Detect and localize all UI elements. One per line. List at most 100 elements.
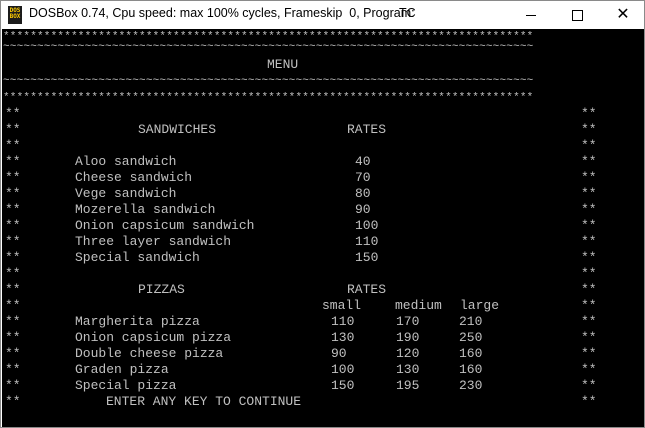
continue-prompt: ENTER ANY KEY TO CONTINUE [106, 394, 302, 409]
pizza-price-medium: 130 [396, 362, 420, 377]
sandwich-name: Mozerella sandwich [75, 202, 216, 217]
dosbox-app-icon[interactable]: DOS BOX [8, 6, 22, 24]
left-border-marker: ** [5, 234, 21, 249]
dosbox-window: DOS BOX DOSBox 0.74, Cpu speed: max 100%… [0, 0, 645, 428]
console-row: ** ** Cheese sandwich 70 [2, 170, 644, 186]
right-border-marker: ** [581, 282, 597, 297]
pizza-price-medium: 170 [396, 314, 420, 329]
pizza-price-large: 160 [459, 346, 483, 361]
left-border-marker: ** [5, 154, 21, 169]
right-border-marker: ** [581, 170, 597, 185]
right-border-marker: ** [581, 218, 597, 233]
right-border-marker: ** [581, 314, 597, 329]
pizza-price-medium: 120 [396, 346, 420, 361]
size-medium-header: medium [395, 298, 442, 313]
maximize-icon [571, 9, 583, 21]
left-border-marker: ** [5, 186, 21, 201]
right-border-marker: ** [581, 298, 597, 313]
pizza-price-large: 230 [459, 378, 483, 393]
sandwich-price: 100 [355, 218, 379, 233]
sandwich-price: 150 [355, 250, 379, 265]
right-border-marker: ** [581, 266, 597, 281]
sandwich-name: Special sandwich [75, 250, 200, 265]
close-icon: ✕ [616, 6, 630, 23]
sandwich-name: Cheese sandwich [75, 170, 193, 185]
pizza-name: Onion capsicum pizza [75, 330, 232, 345]
console-row: ** ** Three layer sandwich 110 [2, 234, 644, 250]
pizza-price-medium: 190 [396, 330, 420, 345]
size-small-header: small [322, 298, 362, 313]
sandwich-price: 90 [355, 202, 371, 217]
console-row: ** ** PIZZAS RATES [2, 282, 644, 298]
pizza-price-small: 150 [331, 378, 355, 393]
left-border-marker: ** [5, 394, 21, 409]
sandwich-price: 40 [355, 154, 371, 169]
right-border-marker: ** [581, 138, 597, 153]
maximize-button[interactable] [554, 1, 600, 29]
console-row: ** ** [2, 106, 644, 122]
console-row: ** ** Mozerella sandwich 90 [2, 202, 644, 218]
minimize-icon [526, 14, 536, 16]
console-row: ** ** Margherita pizza 110 170 210 [2, 314, 644, 330]
left-border-marker: ** [5, 362, 21, 377]
left-border-marker: ** [5, 250, 21, 265]
pizza-name: Graden pizza [75, 362, 169, 377]
pizza-price-large: 250 [459, 330, 483, 345]
pizza-price-large: 210 [459, 314, 483, 329]
left-border-marker: ** [5, 346, 21, 361]
console-row: ** ** [2, 138, 644, 154]
pizzas-heading: PIZZAS [138, 282, 185, 297]
pizzas-rates-heading: RATES [347, 282, 387, 297]
sandwich-price: 70 [355, 170, 371, 185]
pizza-price-small: 110 [331, 314, 355, 329]
left-border-marker: ** [5, 266, 21, 281]
console-row: ** ** SANDWICHES RATES [2, 122, 644, 138]
sandwich-name: Three layer sandwich [75, 234, 232, 249]
sandwich-price: 80 [355, 186, 371, 201]
console-row: ** ** [2, 266, 644, 282]
right-border-marker: ** [581, 330, 597, 345]
left-border-marker: ** [5, 330, 21, 345]
sandwiches-rates-heading: RATES [347, 122, 387, 137]
sandwich-price: 110 [355, 234, 379, 249]
right-border-marker: ** [581, 202, 597, 217]
pizza-price-small: 130 [331, 330, 355, 345]
border-tilde-top: ~~~~~~~~~~~~~~~~~~~~~~~~~~~~~~~~~~~~~~~~… [3, 41, 534, 53]
pizza-name: Double cheese pizza [75, 346, 224, 361]
left-border-marker: ** [5, 202, 21, 217]
pizza-price-small: 100 [331, 362, 355, 377]
console-row: ** ** Onion capsicum sandwich 100 [2, 218, 644, 234]
dos-console-screen[interactable]: ****************************************… [2, 29, 644, 427]
console-row: ** ** Special pizza 150 195 230 [2, 378, 644, 394]
right-border-marker: ** [581, 378, 597, 393]
console-row: ** ** ENTER ANY KEY TO CONTINUE [2, 394, 644, 410]
left-border-marker: ** [5, 138, 21, 153]
console-row: ** ** Onion capsicum pizza 130 190 250 [2, 330, 644, 346]
minimize-button[interactable] [508, 1, 554, 29]
left-border-marker: ** [5, 106, 21, 121]
console-row: ** ** Aloo sandwich 40 [2, 154, 644, 170]
pizza-name: Margherita pizza [75, 314, 200, 329]
console-row: ** ** Vege sandwich 80 [2, 186, 644, 202]
right-border-marker: ** [581, 122, 597, 137]
console-row: ** ** Graden pizza 100 130 160 [2, 362, 644, 378]
right-border-marker: ** [581, 250, 597, 265]
right-border-marker: ** [581, 154, 597, 169]
right-border-marker: ** [581, 234, 597, 249]
window-title: DOSBox 0.74, Cpu speed: max 100% cycles,… [29, 6, 415, 20]
close-button[interactable]: ✕ [600, 1, 644, 29]
sandwich-name: Aloo sandwich [75, 154, 177, 169]
pizza-price-small: 90 [331, 346, 347, 361]
pizza-name: Special pizza [75, 378, 177, 393]
title-bar[interactable]: DOS BOX DOSBox 0.74, Cpu speed: max 100%… [1, 1, 644, 29]
right-border-marker: ** [581, 394, 597, 409]
right-border-marker: ** [581, 186, 597, 201]
size-large-header: large [460, 298, 500, 313]
pizza-price-large: 160 [459, 362, 483, 377]
menu-title: MENU [267, 57, 299, 72]
console-row: ** ** Double cheese pizza 90 120 160 [2, 346, 644, 362]
console-row: ** ** small medium large [2, 298, 644, 314]
right-border-marker: ** [581, 106, 597, 121]
border-tilde-mid: ~~~~~~~~~~~~~~~~~~~~~~~~~~~~~~~~~~~~~~~~… [3, 75, 534, 87]
sandwich-name: Vege sandwich [75, 186, 177, 201]
